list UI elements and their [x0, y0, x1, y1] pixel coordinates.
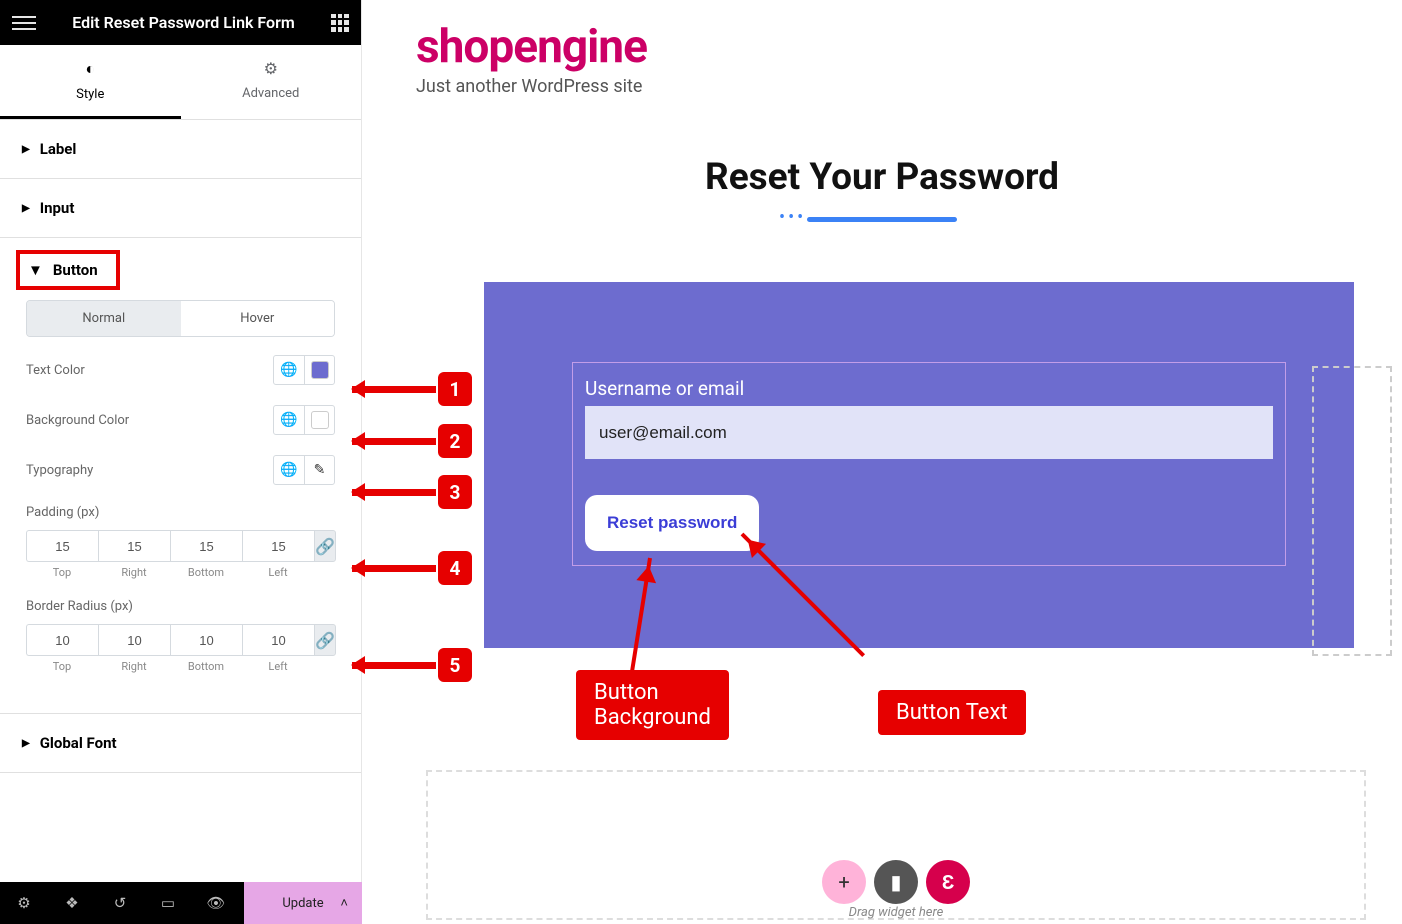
section-label[interactable]: ▶ Label — [0, 120, 361, 179]
menu-icon[interactable] — [12, 16, 36, 30]
padding-right[interactable] — [98, 530, 170, 562]
site-header: shopengine Just another WordPress site — [362, 0, 1402, 101]
bottom-bar: ⚙ ❖ ↺ ▭ 👁 Update ˄ — [0, 882, 362, 924]
link-radius[interactable]: 🔗 — [314, 624, 336, 656]
chevron-up-icon: ˄ — [340, 895, 348, 911]
globe-icon[interactable]: 🌐 — [274, 356, 304, 384]
annotation-arrow — [352, 386, 436, 393]
marker-5: 5 — [438, 648, 472, 682]
annotation-arrow — [352, 438, 436, 445]
email-field[interactable] — [585, 406, 1273, 459]
padding-label: Padding (px) — [26, 505, 335, 520]
update-label: Update — [282, 896, 323, 911]
padding-top[interactable] — [26, 530, 98, 562]
annotation-arrow — [352, 565, 436, 572]
page-title: Reset Your Password — [362, 156, 1402, 199]
section-input-text: Input — [40, 199, 75, 217]
brand-button[interactable]: Ɛ — [926, 860, 970, 904]
globe-icon[interactable]: 🌐 — [274, 456, 304, 484]
padding-left[interactable] — [242, 530, 314, 562]
text-color-label: Text Color — [26, 363, 85, 378]
text-color-swatch[interactable] — [304, 356, 334, 384]
padding-inputs: 🔗 — [26, 530, 335, 562]
folder-button[interactable]: ▮ — [874, 860, 918, 904]
tab-style[interactable]: ◐ Style — [0, 45, 181, 119]
reset-password-button[interactable]: Reset password — [585, 495, 759, 551]
float-buttons: + ▮ Ɛ — [822, 860, 970, 904]
gear-icon: ⚙ — [181, 59, 362, 78]
pencil-icon: ✎ — [314, 462, 326, 478]
radius-label: Border Radius (px) — [26, 599, 335, 614]
layers-icon[interactable]: ❖ — [48, 882, 96, 924]
marker-4: 4 — [438, 551, 472, 585]
annotation-arrow — [352, 489, 436, 496]
section-input[interactable]: ▶ Input — [0, 179, 361, 238]
edit-typography[interactable]: ✎ — [304, 456, 334, 484]
control-bg-color: Background Color 🌐 — [26, 405, 335, 435]
chevron-down-icon: ▼ — [28, 261, 43, 279]
radius-inputs: 🔗 — [26, 624, 335, 656]
radius-top[interactable] — [26, 624, 98, 656]
chevron-right-icon: ▶ — [22, 738, 30, 749]
radius-bottom[interactable] — [170, 624, 242, 656]
callout-bg: Button Background — [576, 670, 729, 740]
chevron-right-icon: ▶ — [22, 203, 30, 214]
section-button-text: Button — [53, 261, 98, 279]
globe-icon[interactable]: 🌐 — [274, 406, 304, 434]
bg-color-label: Background Color — [26, 413, 129, 428]
state-toggle: Normal Hover — [26, 300, 335, 337]
tab-advanced-label: Advanced — [242, 86, 299, 101]
control-text-color: Text Color 🌐 — [26, 355, 335, 385]
callout-text: Button Text — [878, 690, 1026, 735]
radius-right[interactable] — [98, 624, 170, 656]
editor-sidebar: Edit Reset Password Link Form ◐ Style ⚙ … — [0, 0, 362, 924]
control-typography: Typography 🌐 ✎ — [26, 455, 335, 485]
form-label: Username or email — [585, 377, 1273, 400]
section-button-highlight: ▼ Button — [16, 250, 120, 290]
form-inner: Username or email Reset password — [572, 362, 1286, 566]
history-icon[interactable]: ↺ — [96, 882, 144, 924]
settings-icon[interactable]: ⚙ — [0, 882, 48, 924]
typography-label: Typography — [26, 463, 93, 478]
marker-3: 3 — [438, 475, 472, 509]
header-title: Edit Reset Password Link Form — [36, 13, 331, 32]
section-global-font-text: Global Font — [40, 734, 117, 752]
marker-2: 2 — [438, 424, 472, 458]
annotation-arrow — [352, 662, 436, 669]
drop-zone-right[interactable] — [1312, 366, 1392, 656]
title-underline — [807, 217, 957, 222]
link-icon: 🔗 — [315, 537, 335, 556]
chevron-right-icon: ▶ — [22, 144, 30, 155]
add-button[interactable]: + — [822, 860, 866, 904]
preview-icon[interactable]: 👁 — [192, 882, 240, 924]
apps-icon[interactable] — [331, 14, 349, 32]
form-block: Username or email Reset password — [484, 282, 1354, 648]
site-tagline: Just another WordPress site — [416, 76, 1348, 97]
contrast-icon: ◐ — [0, 59, 181, 79]
sidebar-header: Edit Reset Password Link Form — [0, 0, 361, 45]
section-button[interactable]: ▼ Button — [28, 261, 98, 279]
drag-hint: Drag widget here — [849, 905, 944, 920]
toggle-normal[interactable]: Normal — [27, 301, 181, 336]
bg-color-swatch[interactable] — [304, 406, 334, 434]
padding-bottom[interactable] — [170, 530, 242, 562]
tab-style-label: Style — [76, 87, 104, 102]
toggle-hover[interactable]: Hover — [181, 301, 335, 336]
responsive-icon[interactable]: ▭ — [144, 882, 192, 924]
section-global-font[interactable]: ▶ Global Font — [0, 714, 361, 773]
button-controls: Normal Hover Text Color 🌐 Background Col… — [0, 290, 361, 713]
padding-sublabels: TopRightBottomLeft — [26, 566, 335, 579]
tabs: ◐ Style ⚙ Advanced — [0, 45, 361, 120]
marker-1: 1 — [438, 372, 472, 406]
radius-sublabels: TopRightBottomLeft — [26, 660, 335, 673]
link-padding[interactable]: 🔗 — [314, 530, 336, 562]
section-label-text: Label — [40, 140, 77, 158]
link-icon: 🔗 — [315, 631, 335, 650]
drop-zone-bottom[interactable]: + ▮ Ɛ Drag widget here — [426, 770, 1366, 920]
radius-left[interactable] — [242, 624, 314, 656]
tab-advanced[interactable]: ⚙ Advanced — [181, 45, 362, 119]
update-button[interactable]: Update ˄ — [244, 882, 362, 924]
site-title[interactable]: shopengine — [416, 20, 1348, 74]
